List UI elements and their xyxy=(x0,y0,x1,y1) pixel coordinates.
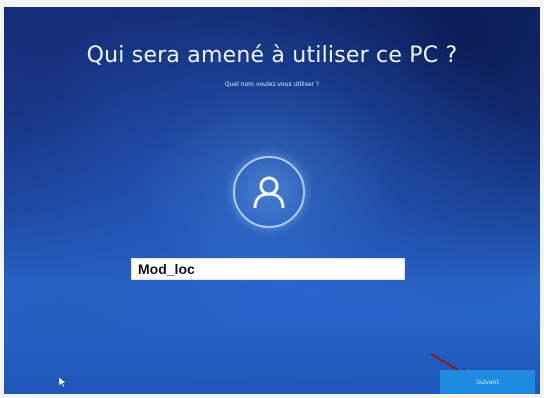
avatar xyxy=(233,156,305,228)
page-title: Qui sera amené à utiliser ce PC ? xyxy=(86,43,458,68)
photo-frame: Qui sera amené à utiliser ce PC ? Quel n… xyxy=(0,0,544,398)
user-icon xyxy=(253,176,285,209)
next-button-label: Suivant xyxy=(476,378,499,386)
avatar-glow xyxy=(226,149,312,235)
next-button[interactable]: Suivant xyxy=(440,370,535,394)
page-subtitle: Quel nom voulez-vous utiliser ? xyxy=(224,81,320,88)
username-input[interactable] xyxy=(131,258,405,280)
mouse-cursor-icon xyxy=(59,377,67,388)
setup-screen: Qui sera amené à utiliser ce PC ? Quel n… xyxy=(4,7,540,394)
